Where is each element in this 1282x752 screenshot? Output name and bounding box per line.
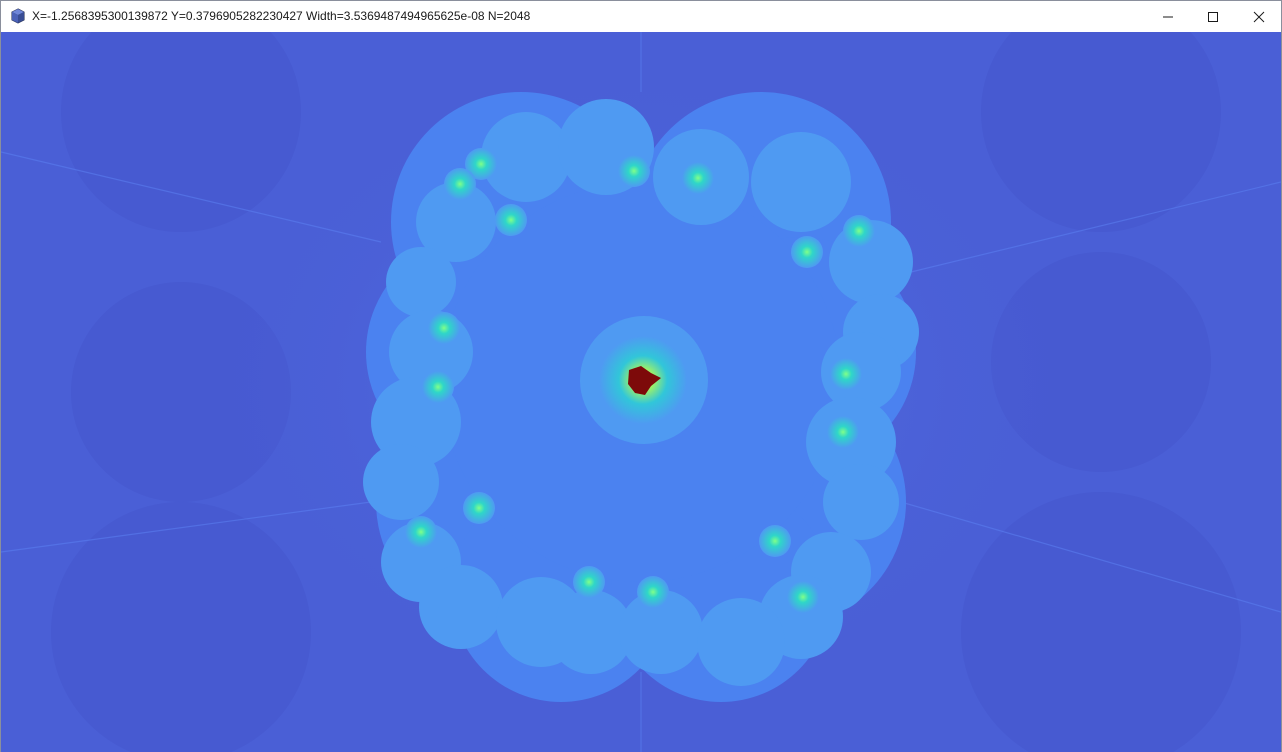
outer-bulb <box>823 464 899 540</box>
window-title: X=-1.2568395300139872 Y=0.37969052822304… <box>32 9 531 23</box>
title-bar[interactable]: X=-1.2568395300139872 Y=0.37969052822304… <box>1 1 1281 32</box>
spiral-core <box>791 236 823 268</box>
app-window: X=-1.2568395300139872 Y=0.37969052822304… <box>0 0 1282 752</box>
minimize-icon <box>1162 11 1174 23</box>
spiral-core <box>830 358 862 390</box>
fractal-canvas[interactable] <box>1 32 1281 752</box>
close-icon <box>1253 11 1265 23</box>
spiral-core <box>682 162 714 194</box>
spiral-core <box>637 576 669 608</box>
outer-bulb <box>697 598 785 686</box>
outer-bulb <box>751 132 851 232</box>
outer-bulb <box>386 247 456 317</box>
minimize-button[interactable] <box>1145 1 1191 32</box>
spiral-core <box>618 155 650 187</box>
fractal-render <box>1 32 1281 752</box>
close-button[interactable] <box>1236 1 1282 32</box>
maximize-button[interactable] <box>1190 1 1236 32</box>
spiral-core <box>405 516 437 548</box>
spiral-core <box>422 371 454 403</box>
spiral-core <box>444 168 476 200</box>
spiral-core <box>573 566 605 598</box>
spiral-core <box>463 492 495 524</box>
outer-bulb <box>419 565 503 649</box>
spiral-core <box>827 416 859 448</box>
outer-bulb <box>363 444 439 520</box>
spiral-core <box>843 215 875 247</box>
spiral-core <box>787 581 819 613</box>
cube-icon <box>10 8 26 24</box>
spiral-core <box>495 204 527 236</box>
spiral-core <box>428 312 460 344</box>
spiral-core <box>759 525 791 557</box>
maximize-icon <box>1207 11 1219 23</box>
